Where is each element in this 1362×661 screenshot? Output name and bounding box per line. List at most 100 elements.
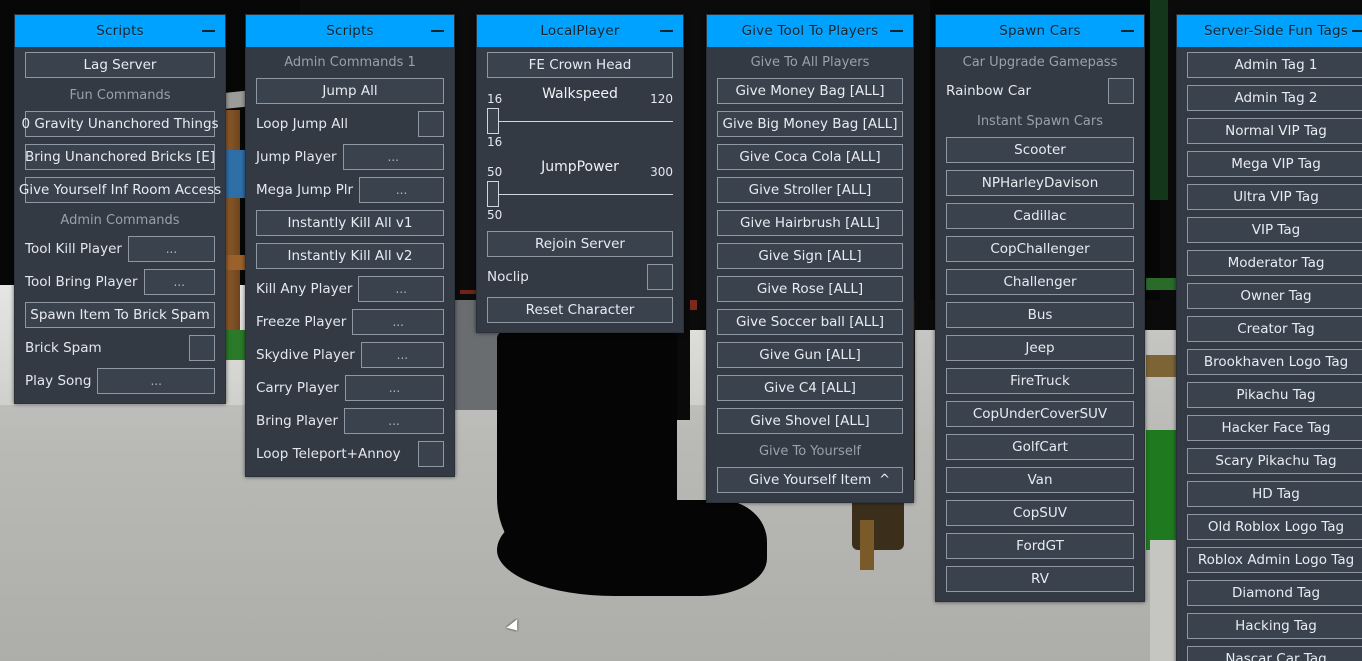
- button-give-sign-all[interactable]: Give Sign [ALL]: [717, 243, 903, 269]
- button-give-yourself-inf-room-access[interactable]: Give Yourself Inf Room Access: [19, 177, 221, 203]
- button-give-money-bag-all[interactable]: Give Money Bag [ALL]: [717, 78, 903, 104]
- button-hacker-face-tag[interactable]: Hacker Face Tag: [1187, 415, 1362, 441]
- slider-track[interactable]: [487, 108, 673, 134]
- text-input-freeze-player[interactable]: ...: [352, 309, 444, 335]
- window-body: Give To All Players Give Money Bag [ALL] G…: [707, 47, 913, 502]
- button-0-gravity-unanchored-things[interactable]: 0 Gravity Unanchored Things: [21, 111, 219, 137]
- checkbox-loop-jump-all[interactable]: [418, 111, 444, 137]
- button-give-hairbrush-all[interactable]: Give Hairbrush [ALL]: [717, 210, 903, 236]
- checkbox-rainbow-car[interactable]: [1108, 78, 1134, 104]
- button-golfcart[interactable]: GolfCart: [946, 434, 1134, 460]
- button-label: CopUnderCoverSUV: [972, 406, 1108, 422]
- button-give-big-money-bag-all[interactable]: Give Big Money Bag [ALL]: [717, 111, 903, 137]
- minimize-icon[interactable]: [1352, 30, 1362, 32]
- button-rejoin-server[interactable]: Rejoin Server: [487, 231, 673, 257]
- minimize-icon[interactable]: [202, 30, 215, 32]
- button-give-gun-all[interactable]: Give Gun [ALL]: [717, 342, 903, 368]
- button-lag-server[interactable]: Lag Server: [25, 52, 215, 78]
- button-mega-vip-tag[interactable]: Mega VIP Tag: [1187, 151, 1362, 177]
- minimize-icon[interactable]: [431, 30, 444, 32]
- button-label: Give Big Money Bag [ALL]: [722, 116, 898, 132]
- button-scooter[interactable]: Scooter: [946, 137, 1134, 163]
- button-diamond-tag[interactable]: Diamond Tag: [1187, 580, 1362, 606]
- button-spawn-item-to-brick-spam[interactable]: Spawn Item To Brick Spam: [25, 302, 215, 328]
- section-header: Admin Commands 1: [284, 55, 416, 70]
- chevron-up-icon[interactable]: ^: [879, 473, 890, 488]
- text-input-mega-jump-plr[interactable]: ...: [359, 177, 444, 203]
- button-give-soccer-ball-all[interactable]: Give Soccer ball [ALL]: [717, 309, 903, 335]
- input-label: Kill Any Player: [256, 281, 353, 297]
- text-input-carry-player[interactable]: ...: [344, 375, 444, 401]
- window-title-bar[interactable]: Scripts: [246, 15, 454, 47]
- text-input-tool-bring-player[interactable]: ...: [143, 269, 215, 295]
- button-pikachu-tag[interactable]: Pikachu Tag: [1187, 382, 1362, 408]
- button-give-yourself-item[interactable]: Give Yourself Item ^: [717, 467, 903, 493]
- scene-foliage-right: [1150, 0, 1168, 200]
- window-title-bar[interactable]: Give Tool To Players: [707, 15, 913, 47]
- button-label: Rejoin Server: [535, 236, 625, 252]
- window-title-bar[interactable]: Server-Side Fun Tags: [1177, 15, 1362, 47]
- slider-handle[interactable]: [487, 181, 499, 207]
- button-cadillac[interactable]: Cadillac: [946, 203, 1134, 229]
- minimize-icon[interactable]: [660, 30, 673, 32]
- button-challenger[interactable]: Challenger: [946, 269, 1134, 295]
- button-roblox-admin-logo-tag[interactable]: Roblox Admin Logo Tag: [1187, 547, 1362, 573]
- button-admin-tag-2[interactable]: Admin Tag 2: [1187, 85, 1362, 111]
- slider-track[interactable]: [487, 181, 673, 207]
- button-fe-crown-head[interactable]: FE Crown Head: [487, 52, 673, 78]
- text-input-skydive-player[interactable]: ...: [360, 342, 444, 368]
- window-title-bar[interactable]: LocalPlayer: [477, 15, 683, 47]
- window-title-bar[interactable]: Scripts: [15, 15, 225, 47]
- button-label: Van: [1027, 472, 1053, 488]
- text-input-kill-any-player[interactable]: ...: [358, 276, 444, 302]
- button-ultra-vip-tag[interactable]: Ultra VIP Tag: [1187, 184, 1362, 210]
- window-title-bar[interactable]: Spawn Cars: [936, 15, 1144, 47]
- button-hd-tag[interactable]: HD Tag: [1187, 481, 1362, 507]
- button-reset-character[interactable]: Reset Character: [487, 297, 673, 323]
- button-old-roblox-logo-tag[interactable]: Old Roblox Logo Tag: [1187, 514, 1362, 540]
- checkbox-label: Loop Jump All: [256, 116, 348, 132]
- button-creator-tag[interactable]: Creator Tag: [1187, 316, 1362, 342]
- text-input-bring-player[interactable]: ...: [344, 408, 444, 434]
- button-hacking-tag[interactable]: Hacking Tag: [1187, 613, 1362, 639]
- button-scary-pikachu-tag[interactable]: Scary Pikachu Tag: [1187, 448, 1362, 474]
- button-bus[interactable]: Bus: [946, 302, 1134, 328]
- text-input-jump-player[interactable]: ...: [342, 144, 444, 170]
- button-moderator-tag[interactable]: Moderator Tag: [1187, 250, 1362, 276]
- slider-min-label: 16: [487, 92, 503, 106]
- button-copsuv[interactable]: CopSUV: [946, 500, 1134, 526]
- button-instantly-kill-all-v2[interactable]: Instantly Kill All v2: [256, 243, 444, 269]
- slider-handle[interactable]: [487, 108, 499, 134]
- button-firetruck[interactable]: FireTruck: [946, 368, 1134, 394]
- button-give-rose-all[interactable]: Give Rose [ALL]: [717, 276, 903, 302]
- button-copchallenger[interactable]: CopChallenger: [946, 236, 1134, 262]
- button-give-stroller-all[interactable]: Give Stroller [ALL]: [717, 177, 903, 203]
- button-npharleydavison[interactable]: NPHarleyDavison: [946, 170, 1134, 196]
- button-jeep[interactable]: Jeep: [946, 335, 1134, 361]
- minimize-icon[interactable]: [890, 30, 903, 32]
- button-van[interactable]: Van: [946, 467, 1134, 493]
- button-give-c4-all[interactable]: Give C4 [ALL]: [717, 375, 903, 401]
- button-instantly-kill-all-v1[interactable]: Instantly Kill All v1: [256, 210, 444, 236]
- button-owner-tag[interactable]: Owner Tag: [1187, 283, 1362, 309]
- checkbox-noclip[interactable]: [647, 264, 673, 290]
- button-rv[interactable]: RV: [946, 566, 1134, 592]
- button-normal-vip-tag[interactable]: Normal VIP Tag: [1187, 118, 1362, 144]
- minimize-icon[interactable]: [1121, 30, 1134, 32]
- text-input-tool-kill-player[interactable]: ...: [127, 236, 215, 262]
- button-bring-unanchored-bricks-e[interactable]: Bring Unanchored Bricks [E]: [25, 144, 215, 170]
- checkbox-loop-teleport-annoy[interactable]: [418, 441, 444, 467]
- button-give-shovel-all[interactable]: Give Shovel [ALL]: [717, 408, 903, 434]
- button-admin-tag-1[interactable]: Admin Tag 1: [1187, 52, 1362, 78]
- slider-value: 50: [487, 208, 503, 222]
- button-jump-all[interactable]: Jump All: [256, 78, 444, 104]
- checkbox-brick-spam[interactable]: [189, 335, 215, 361]
- button-copundercoversuv[interactable]: CopUnderCoverSUV: [946, 401, 1134, 427]
- text-input-play-song[interactable]: ...: [97, 368, 215, 394]
- button-give-coca-cola-all[interactable]: Give Coca Cola [ALL]: [717, 144, 903, 170]
- button-label: Old Roblox Logo Tag: [1207, 519, 1345, 535]
- button-nascar-car-tag[interactable]: Nascar Car Tag: [1187, 646, 1362, 661]
- button-fordgt[interactable]: FordGT: [946, 533, 1134, 559]
- button-vip-tag[interactable]: VIP Tag: [1187, 217, 1362, 243]
- button-brookhaven-logo-tag[interactable]: Brookhaven Logo Tag: [1187, 349, 1362, 375]
